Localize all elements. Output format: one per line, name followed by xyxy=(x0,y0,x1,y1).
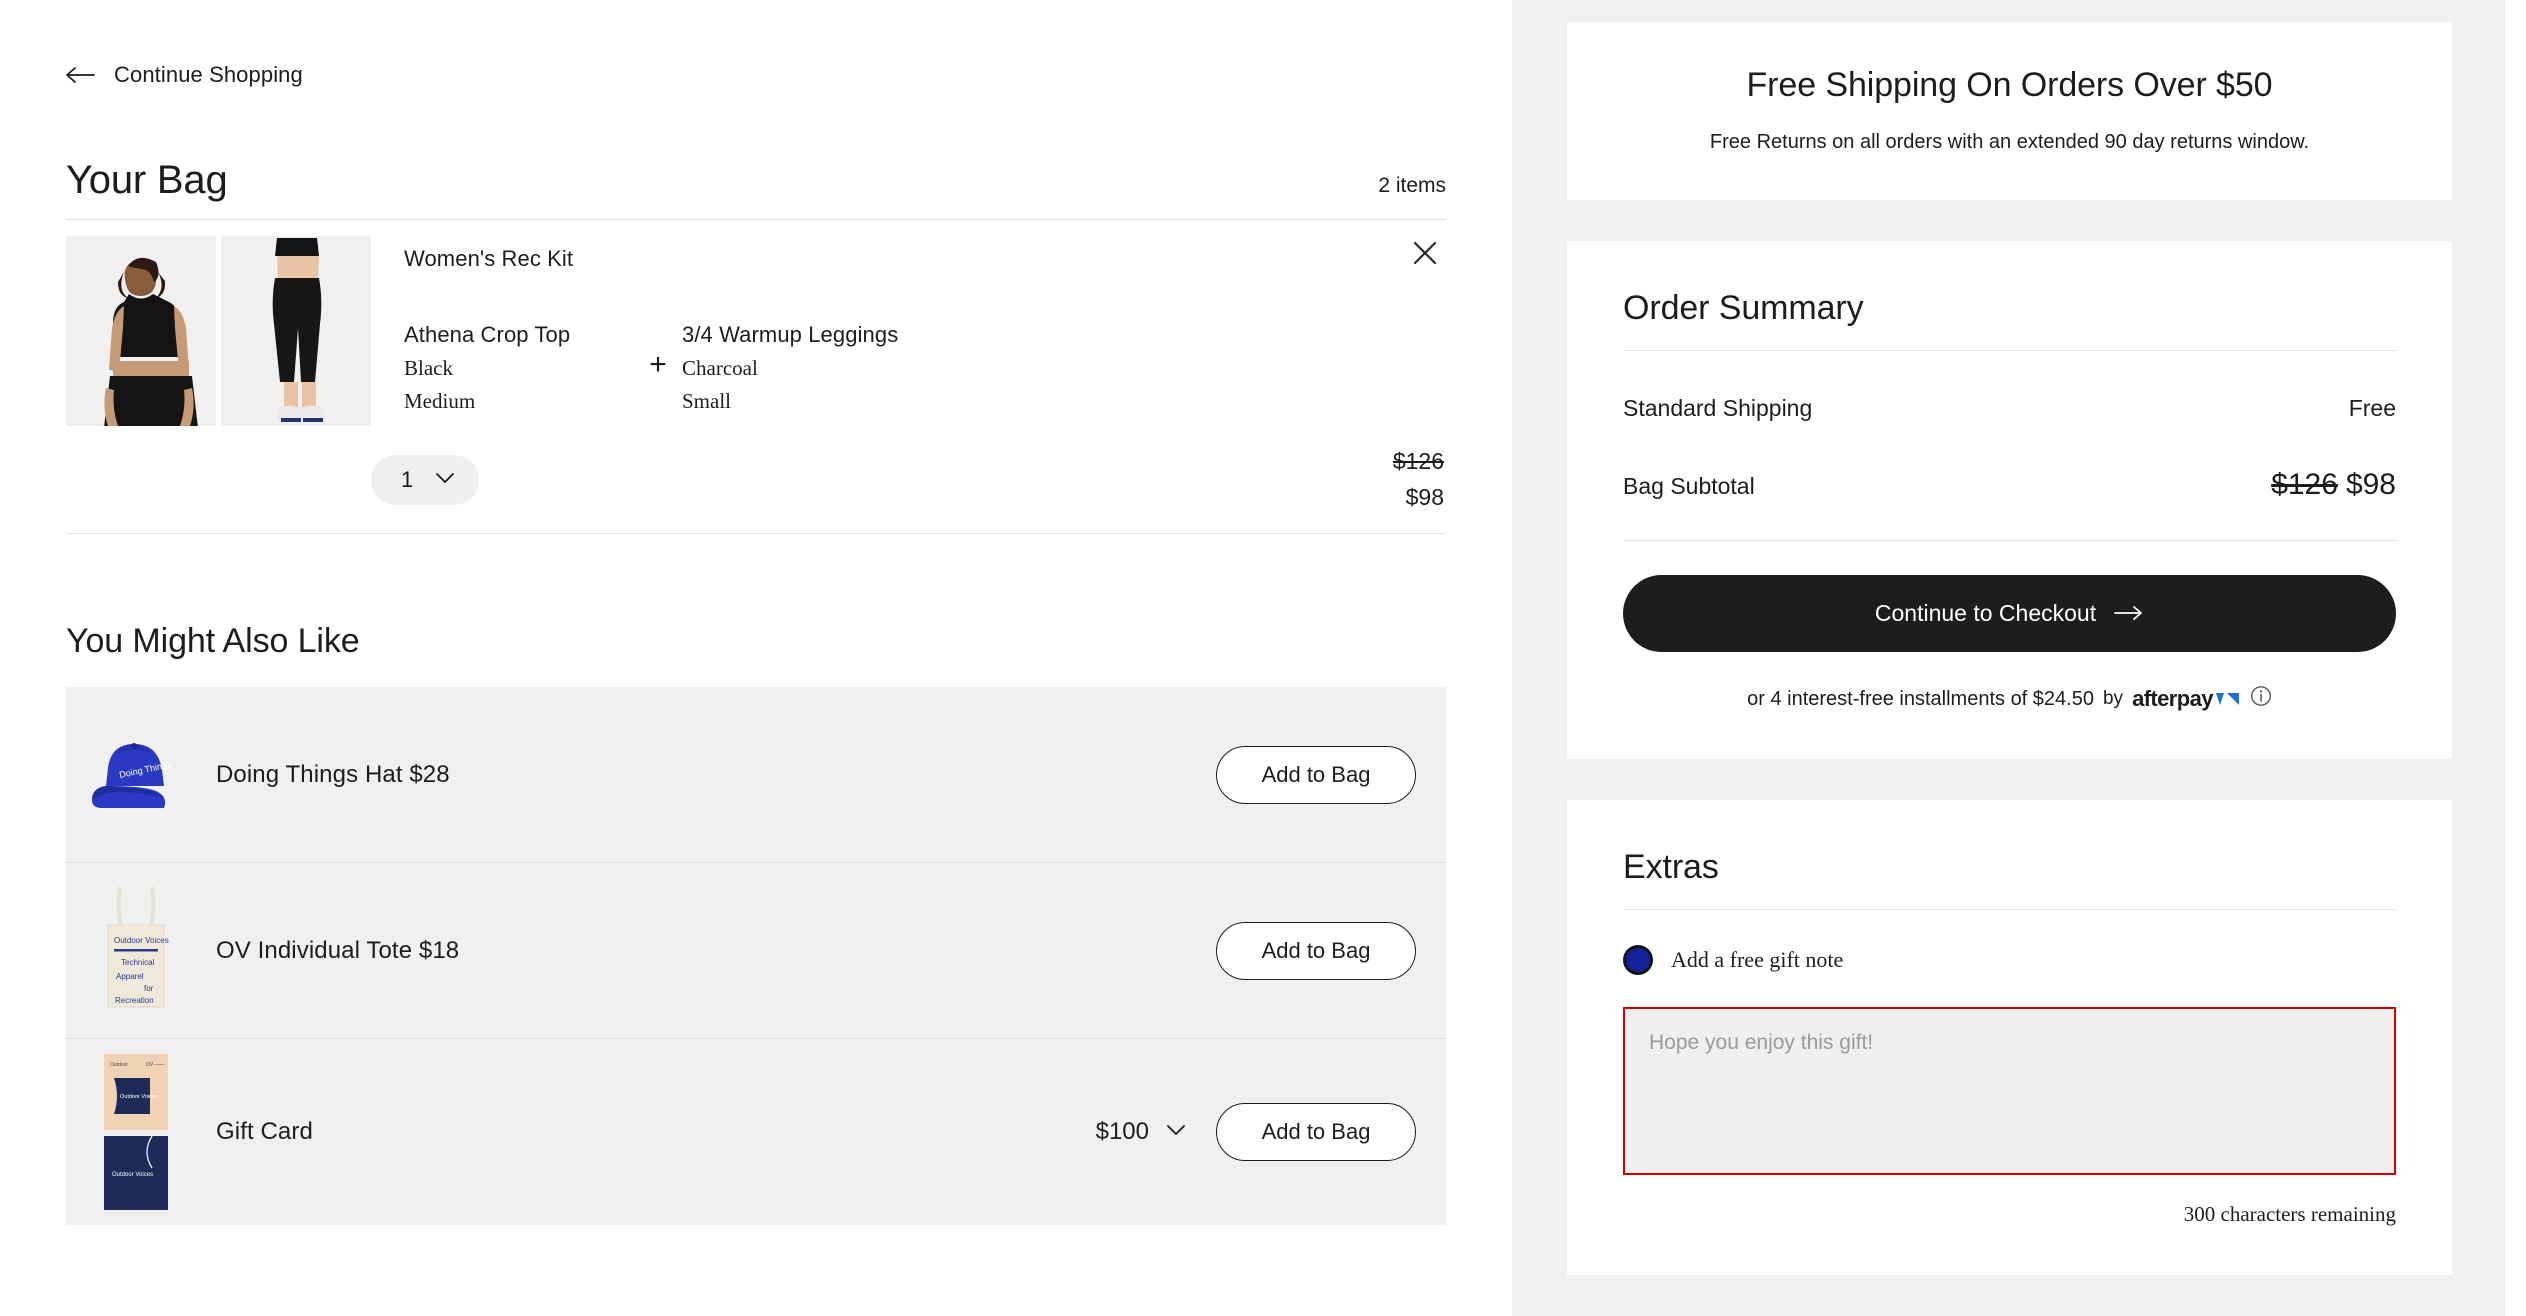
svg-text:Outdoor: Outdoor xyxy=(110,1062,128,1068)
svg-text:Outdoor Voices: Outdoor Voices xyxy=(112,1172,153,1178)
extras-card: Extras Add a free gift note 300 characte… xyxy=(1567,800,2452,1276)
subtotal-current: $98 xyxy=(2345,468,2396,502)
arrow-left-icon xyxy=(66,66,96,84)
installments-text: or 4 interest-free installments of $24.5… xyxy=(1747,687,2094,710)
crop-top-image[interactable] xyxy=(66,236,216,426)
bag-item-count: 2 items xyxy=(1378,174,1446,197)
page-gutter xyxy=(2505,0,2526,1316)
gift-card-amount-select[interactable]: $100 xyxy=(1096,1118,1186,1146)
free-shipping-banner: Free Shipping On Orders Over $50 Free Re… xyxy=(1567,22,2452,201)
close-icon xyxy=(1412,240,1438,271)
price-current: $98 xyxy=(1405,484,1444,510)
recommendations-title: You Might Also Like xyxy=(66,622,360,660)
bag-header: Your Bag 2 items xyxy=(66,158,1446,220)
summary-row-shipping: Standard Shipping Free xyxy=(1623,395,2396,422)
radio-selected-icon xyxy=(1623,945,1653,976)
gift-card-image[interactable]: Outdoor OV —— Outdoor Voices Outdoor Voi… xyxy=(90,1054,182,1210)
quantity-value: 1 xyxy=(401,466,414,492)
extras-title: Extras xyxy=(1623,848,1719,887)
gift-note-input[interactable] xyxy=(1623,1007,2396,1176)
gift-card-amount-value: $100 xyxy=(1095,1118,1149,1145)
bag-item-price: $126 $98 xyxy=(1393,448,1446,511)
continue-shopping-link[interactable]: Continue Shopping xyxy=(66,62,303,88)
continue-to-checkout-button[interactable]: Continue to Checkout xyxy=(1623,575,2396,653)
subtotal-label: Bag Subtotal xyxy=(1623,473,1755,500)
bag-item-kit-name: Women's Rec Kit xyxy=(404,246,574,271)
chevron-down-icon xyxy=(435,471,455,489)
afterpay-wordmark: afterpay xyxy=(2132,686,2213,712)
cart-right-column: Free Shipping On Orders Over $50 Free Re… xyxy=(1512,0,2526,1316)
svg-text:for: for xyxy=(144,984,154,993)
leggings-image[interactable] xyxy=(221,236,371,426)
list-item: Doing Things Doing Things Hat $28 Add to… xyxy=(66,687,1446,863)
free-shipping-subtitle: Free Returns on all orders with an exten… xyxy=(1709,131,2310,153)
component-size: Small xyxy=(682,388,732,413)
quantity-stepper[interactable]: 1 xyxy=(371,454,480,505)
list-item: Outdoor OV —— Outdoor Voices Outdoor Voi… xyxy=(66,1039,1446,1225)
list-item: Outdoor Voices Technical Apparel for Rec… xyxy=(66,863,1446,1039)
divider xyxy=(1623,350,2396,352)
svg-text:Apparel: Apparel xyxy=(116,972,144,981)
info-circle-icon[interactable] xyxy=(2250,685,2272,713)
bag-item-details: Women's Rec Kit Athena Crop Top Black Me… xyxy=(371,236,1446,413)
subtotal-original: $126 xyxy=(2271,468,2338,502)
remove-item-button[interactable] xyxy=(1404,234,1446,276)
gift-note-toggle[interactable]: Add a free gift note xyxy=(1623,945,2396,976)
shipping-value: Free xyxy=(2348,395,2396,422)
afterpay-installments: or 4 interest-free installments of $24.5… xyxy=(1623,685,2396,713)
blue-cap-image[interactable]: Doing Things xyxy=(90,700,182,850)
order-summary-card: Order Summary Standard Shipping Free Bag… xyxy=(1567,241,2452,760)
continue-shopping-label: Continue Shopping xyxy=(114,62,303,87)
installments-by: by xyxy=(2102,688,2124,710)
bag-item-thumbnails xyxy=(66,236,371,426)
svg-text:Outdoor Voices: Outdoor Voices xyxy=(114,936,169,945)
svg-text:Recreation: Recreation xyxy=(115,996,154,1005)
afterpay-logo: afterpay xyxy=(2132,686,2241,712)
price-original: $126 xyxy=(1392,448,1444,474)
component-name: 3/4 Warmup Leggings xyxy=(682,322,899,347)
recommendation-name: Doing Things Hat $28 xyxy=(216,760,450,788)
free-shipping-title: Free Shipping On Orders Over $50 xyxy=(1746,66,2273,104)
recommendation-name: OV Individual Tote $18 xyxy=(216,936,460,964)
component-color: Black xyxy=(404,356,453,380)
recommendation-name: Gift Card xyxy=(216,1118,313,1145)
summary-row-subtotal: Bag Subtotal $126 $98 xyxy=(1623,468,2396,502)
component-joiner: + xyxy=(649,348,667,381)
characters-remaining: 300 characters remaining xyxy=(2183,1202,2396,1227)
cart-left-column: Continue Shopping Your Bag 2 items Women… xyxy=(0,0,1512,1316)
canvas-tote-image[interactable]: Outdoor Voices Technical Apparel for Rec… xyxy=(90,876,182,1026)
component-name: Athena Crop Top xyxy=(404,322,571,347)
bag-line-item: Women's Rec Kit Athena Crop Top Black Me… xyxy=(66,220,1446,534)
divider xyxy=(1623,909,2396,911)
arrow-right-icon xyxy=(2114,600,2144,627)
divider xyxy=(1623,540,2396,542)
bag-item-components: Athena Crop Top Black Medium + 3/4 Warmu… xyxy=(404,322,1446,413)
component-0: Athena Crop Top Black Medium xyxy=(404,322,634,413)
recommendations-list: Doing Things Doing Things Hat $28 Add to… xyxy=(66,687,1446,1225)
order-summary-title: Order Summary xyxy=(1623,289,1864,328)
svg-text:Technical: Technical xyxy=(121,958,155,967)
subtotal-value: $126 $98 xyxy=(2271,468,2396,502)
add-to-bag-button[interactable]: Add to Bag xyxy=(1216,921,1416,980)
gift-note-label: Add a free gift note xyxy=(1671,947,1844,973)
add-to-bag-button[interactable]: Add to Bag xyxy=(1216,745,1416,804)
chevron-down-icon xyxy=(1166,1123,1186,1141)
component-color: Charcoal xyxy=(682,356,758,380)
shipping-label: Standard Shipping xyxy=(1623,395,1813,422)
svg-text:Outdoor Voices: Outdoor Voices xyxy=(120,1094,158,1100)
component-1: 3/4 Warmup Leggings Charcoal Small xyxy=(682,322,912,413)
add-to-bag-button[interactable]: Add to Bag xyxy=(1216,1103,1416,1161)
svg-text:OV ——: OV —— xyxy=(146,1062,165,1068)
page-title: Your Bag xyxy=(66,158,228,202)
checkout-label: Continue to Checkout xyxy=(1874,600,2097,627)
component-size: Medium xyxy=(404,388,476,413)
cart-page: Continue Shopping Your Bag 2 items Women… xyxy=(0,0,2526,1316)
